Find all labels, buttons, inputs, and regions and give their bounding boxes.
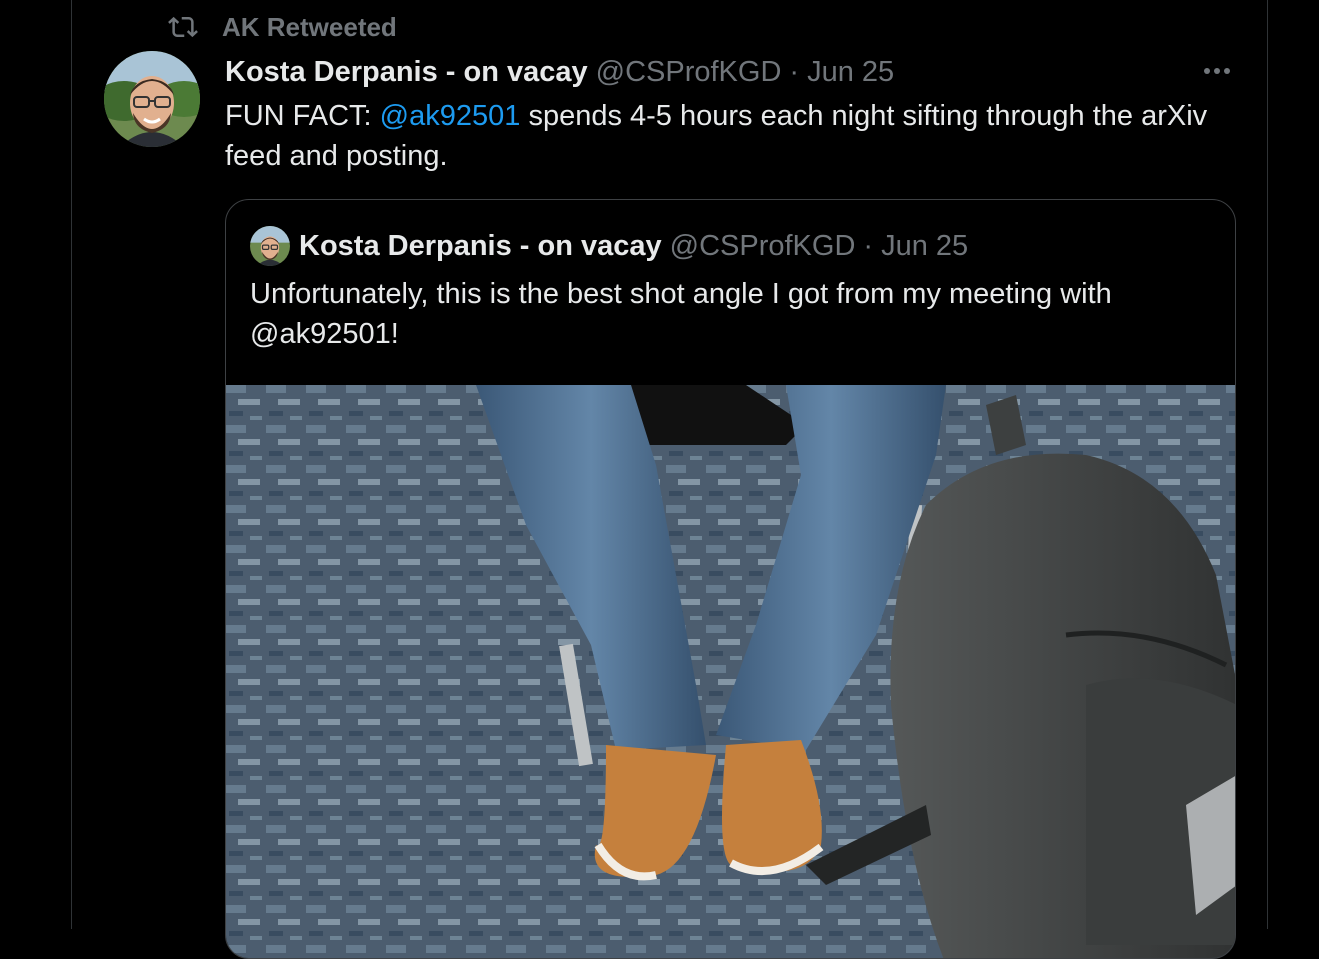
quoted-tweet[interactable]: Kosta Derpanis - on vacay @CSProfKGD · J… [225, 199, 1236, 959]
quote-author-handle: @CSProfKGD [669, 229, 856, 262]
author-avatar[interactable] [104, 51, 200, 147]
tweet-text-start: FUN FACT: [225, 100, 380, 132]
quote-date: Jun 25 [881, 229, 969, 262]
more-icon-dot [1224, 68, 1230, 74]
tweet-header: Kosta Derpanis - on vacay @CSProfKGD · J… [225, 52, 894, 92]
quote-author-avatar [250, 226, 290, 266]
separator: · [789, 55, 800, 88]
mention-link[interactable]: @ak92501 [380, 100, 521, 132]
quote-photo[interactable] [226, 385, 1235, 958]
retweet-icon [166, 12, 200, 42]
retweet-context[interactable]: AK Retweeted [166, 10, 397, 44]
author-name[interactable]: Kosta Derpanis - on vacay [225, 56, 588, 89]
retweet-label: AK Retweeted [222, 11, 397, 42]
quote-author-name: Kosta Derpanis - on vacay [299, 229, 662, 262]
quote-text: Unfortunately, this is the best shot ang… [250, 278, 1112, 350]
tweet-text: FUN FACT: @ak92501 spends 4-5 hours each… [225, 96, 1215, 176]
more-icon [1204, 68, 1210, 74]
quote-separator: · [863, 229, 874, 262]
quote-header: Kosta Derpanis - on vacay @CSProfKGD · J… [250, 226, 968, 266]
more-icon-dot [1214, 68, 1220, 74]
more-button[interactable] [1197, 56, 1237, 86]
tweet-date[interactable]: Jun 25 [807, 56, 894, 89]
author-handle[interactable]: @CSProfKGD [596, 56, 782, 89]
